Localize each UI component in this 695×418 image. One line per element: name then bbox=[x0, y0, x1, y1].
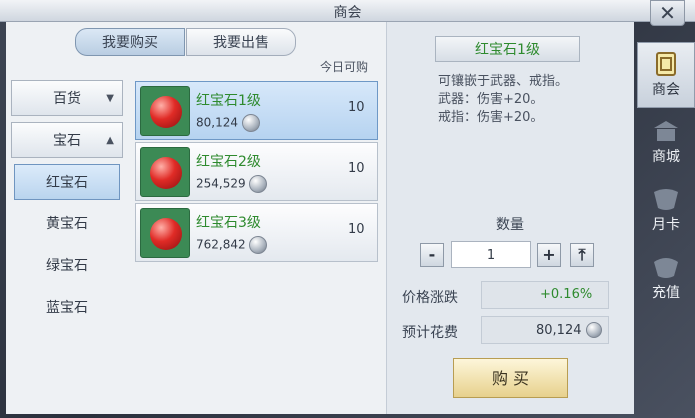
today-available-label: 今日可购 bbox=[320, 60, 369, 74]
chevron-down-icon: ▼ bbox=[106, 93, 114, 104]
silver-coin-icon bbox=[586, 322, 602, 338]
quantity-input[interactable]: 1 bbox=[451, 241, 531, 268]
subcategory-ruby[interactable]: 红宝石 bbox=[14, 164, 120, 200]
nav-label: 月卡 bbox=[652, 217, 680, 233]
quantity-label: 数量 bbox=[496, 217, 524, 233]
item-name: 红宝石3级 bbox=[196, 215, 261, 231]
ruby-gem-icon bbox=[150, 157, 182, 189]
item-icon bbox=[140, 208, 190, 258]
nav-label: 商城 bbox=[652, 149, 680, 165]
shop-item-2[interactable]: 红宝石2级 254,529 10 bbox=[135, 142, 378, 201]
chevron-up-icon: ▲ bbox=[106, 135, 114, 146]
detail-title: 红宝石1级 bbox=[435, 36, 580, 62]
ruby-gem-icon bbox=[150, 96, 182, 128]
item-quantity: 10 bbox=[348, 100, 365, 115]
quantity-plus-button[interactable]: + bbox=[537, 243, 561, 267]
item-price: 254,529 bbox=[196, 175, 268, 193]
cost-value: 80,124 bbox=[536, 323, 582, 338]
item-price: 80,124 bbox=[196, 114, 260, 132]
subcategory-sapphire[interactable]: 蓝宝石 bbox=[14, 290, 120, 326]
nav-monthly-card[interactable]: 月卡 bbox=[637, 178, 695, 244]
nav-label: 充值 bbox=[652, 285, 680, 301]
item-price-value: 762,842 bbox=[196, 237, 246, 252]
nav-recharge[interactable]: 充值 bbox=[637, 246, 695, 312]
window-title: 商会 bbox=[333, 5, 362, 21]
quantity-max-button[interactable]: ⤒ bbox=[570, 243, 594, 267]
scroll-icon bbox=[656, 52, 676, 76]
cost-box: 80,124 bbox=[481, 316, 609, 344]
item-price-value: 80,124 bbox=[196, 115, 238, 130]
silver-coin-icon bbox=[249, 236, 268, 254]
nav-mall[interactable]: 商城 bbox=[637, 110, 695, 176]
quantity-minus-button[interactable]: - bbox=[420, 243, 444, 267]
category-general[interactable]: 百货 ▼ bbox=[11, 80, 123, 116]
silver-coin-icon bbox=[241, 114, 260, 132]
item-icon bbox=[140, 147, 190, 197]
detail-desc-line: 武器：伤害+20。 bbox=[438, 92, 544, 107]
item-name: 红宝石1级 bbox=[196, 93, 261, 109]
item-price: 762,842 bbox=[196, 236, 268, 254]
detail-desc-line: 戒指：伤害+20。 bbox=[438, 110, 544, 125]
tab-sell[interactable]: 我要出售 bbox=[186, 28, 296, 56]
item-name: 红宝石2级 bbox=[196, 154, 261, 170]
item-icon bbox=[140, 86, 190, 136]
recharge-icon bbox=[654, 258, 678, 278]
price-change-label: 价格涨跌 bbox=[402, 290, 458, 306]
shop-icon bbox=[654, 121, 678, 141]
nav-label: 商会 bbox=[652, 82, 680, 98]
cost-label: 预计花费 bbox=[402, 325, 458, 341]
subcategory-emerald[interactable]: 绿宝石 bbox=[14, 248, 120, 284]
category-gems[interactable]: 宝石 ▲ bbox=[11, 122, 123, 158]
item-quantity: 10 bbox=[348, 222, 365, 237]
shop-item-3[interactable]: 红宝石3级 762,842 10 bbox=[135, 203, 378, 262]
item-quantity: 10 bbox=[348, 161, 365, 176]
price-change-box: +0.16% bbox=[481, 281, 609, 309]
close-button[interactable]: ✕ bbox=[650, 0, 685, 26]
price-change-value: +0.16% bbox=[540, 287, 593, 302]
ruby-gem-icon bbox=[150, 218, 182, 250]
category-label: 宝石 bbox=[53, 133, 81, 149]
nav-chamber[interactable]: 商会 bbox=[637, 42, 695, 108]
tab-buy[interactable]: 我要购买 bbox=[75, 28, 185, 56]
detail-desc-line: 可镶嵌于武器、戒指。 bbox=[438, 74, 569, 89]
shop-item-1[interactable]: 红宝石1级 80,124 10 bbox=[135, 81, 378, 140]
card-icon bbox=[654, 189, 678, 210]
silver-coin-icon bbox=[249, 175, 268, 193]
buy-button[interactable]: 购 买 bbox=[453, 358, 568, 398]
item-price-value: 254,529 bbox=[196, 176, 246, 191]
subcategory-topaz[interactable]: 黄宝石 bbox=[14, 206, 120, 242]
category-label: 百货 bbox=[53, 91, 81, 107]
